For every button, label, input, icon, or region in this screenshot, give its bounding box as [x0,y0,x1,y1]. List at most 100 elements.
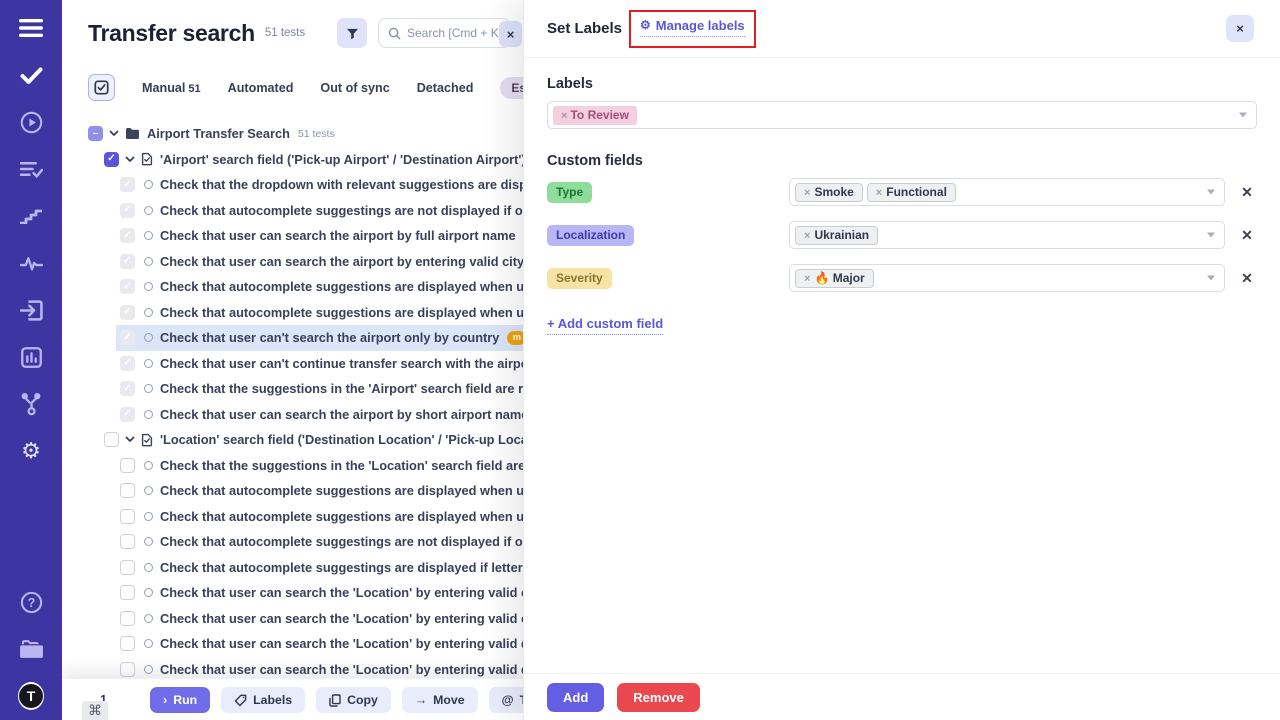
row-checkbox[interactable]: – [88,126,103,141]
test-case-row[interactable]: ✓Check that autocomplete suggestings are… [62,198,523,224]
row-checkbox[interactable]: ✓ [120,381,135,396]
labels-select[interactable]: To Review [547,101,1257,129]
test-case-row[interactable]: ✓Check that user can't search the airpor… [62,325,523,351]
projects-icon[interactable] [18,637,44,661]
row-checkbox[interactable]: ✓ [120,279,135,294]
page-title: Transfer search [88,20,255,47]
close-panel-button[interactable]: × [1226,15,1254,42]
field-value-select[interactable]: ×Smoke×Functional [789,178,1225,206]
row-checkbox[interactable]: ✓ [104,152,119,167]
status-circle-icon [144,282,153,291]
set-labels-panel: Set Labels ⚙ Manage labels × Labels To R… [523,0,1280,720]
add-button[interactable]: Add [547,683,604,712]
test-case-row[interactable]: ✓ Check that user can search the airport … [62,402,523,428]
remove-field-button[interactable]: ✕ [1238,227,1256,244]
test-case-row[interactable]: ✓Check that user can search the airport … [62,249,523,275]
remove-field-button[interactable]: ✕ [1238,184,1256,201]
row-checkbox[interactable]: ✓ [120,254,135,269]
row-checkbox[interactable] [120,662,135,677]
row-checkbox[interactable] [120,458,135,473]
add-custom-field-link[interactable]: + Add custom field [547,316,663,335]
test-case-row[interactable]: ✓Check that autocomplete suggestions are… [62,300,523,326]
reports-icon[interactable] [18,345,44,369]
tab-out-of-sync[interactable]: Out of sync [320,81,389,95]
test-case-row[interactable]: Check that autocomplete suggestions are … [62,478,523,504]
test-case-row[interactable]: Check that user can search the 'Location… [62,606,523,632]
row-checkbox[interactable]: ✓ [120,407,135,422]
chevron-down-icon[interactable] [109,130,119,137]
tab-estimate[interactable]: Estimate [500,77,523,99]
chevron-down-icon[interactable] [125,436,135,443]
test-case-row[interactable]: Check that autocomplete suggestions are … [62,504,523,530]
field-value-tag[interactable]: ×Functional [867,183,956,202]
test-case-row[interactable]: Check that autocomplete suggestings are … [62,555,523,581]
shared-steps-icon[interactable] [18,204,44,228]
remove-button[interactable]: Remove [617,683,700,712]
test-case-row[interactable]: ✓Check that user can't continue transfer… [62,351,523,377]
test-case-row[interactable]: Check that autocomplete suggestings are … [62,529,523,555]
test-plans-icon[interactable] [18,157,44,181]
row-title: Check that user can search the airport b… [160,407,523,422]
test-case-row[interactable]: Check that user can search the 'Location… [62,580,523,606]
row-checkbox[interactable]: ✓ [120,356,135,371]
row-checkbox[interactable]: ✓ [120,203,135,218]
tab-automated[interactable]: Automated [228,81,294,95]
row-checkbox[interactable] [120,509,135,524]
field-value-select[interactable]: ×Ukrainian [789,221,1225,249]
row-title: Check that user can search the 'Location… [160,585,523,600]
field-value-tag[interactable]: ×Smoke [795,183,863,202]
row-checkbox[interactable] [120,636,135,651]
labels-button[interactable]: Labels [221,687,305,713]
tags-button[interactable]: @Tags [489,687,523,713]
field-value-select[interactable]: ×🔥 Major [789,264,1225,292]
manage-labels-link[interactable]: ⚙ Manage labels [640,18,745,37]
tests-icon[interactable] [18,63,44,87]
user-avatar[interactable]: T [18,684,44,708]
test-case-row[interactable]: ✓Check that user can search the airport … [62,223,523,249]
search-input[interactable] [407,26,507,40]
suite-row[interactable]: 'Location' search field ('Destination Lo… [62,427,523,453]
field-value-tag[interactable]: ×Ukrainian [795,226,878,245]
test-case-row[interactable]: ✓Check that the suggestions in the 'Airp… [62,376,523,402]
tab-manual[interactable]: Manual51 [142,81,201,95]
chevron-down-icon[interactable] [125,156,135,163]
integrations-icon[interactable] [18,392,44,416]
import-icon[interactable] [18,298,44,322]
suite-row[interactable]: ✓'Airport' search field ('Pick-up Airpor… [62,147,523,173]
row-checkbox[interactable] [120,560,135,575]
search-box[interactable] [378,18,511,48]
row-checkbox[interactable] [120,483,135,498]
test-case-row[interactable]: Check that the suggestions in the 'Locat… [62,453,523,479]
row-checkbox[interactable]: ✓ [120,330,135,345]
test-case-row[interactable]: ✓Check that the dropdown with relevant s… [62,172,523,198]
copy-button[interactable]: Copy [316,687,391,713]
move-button[interactable]: →Move [402,687,478,713]
field-value-tag[interactable]: ×🔥 Major [795,269,874,288]
row-checkbox[interactable]: ✓ [120,305,135,320]
status-circle-icon [144,333,153,342]
row-checkbox[interactable]: ✓ [120,177,135,192]
row-checkbox[interactable] [120,534,135,549]
panel-footer: Add Remove [524,673,1280,720]
run-button[interactable]: ›Run [150,687,210,713]
row-checkbox[interactable] [104,432,119,447]
milestone-badge: m [507,331,523,345]
test-case-row[interactable]: ✓Check that autocomplete suggestions are… [62,274,523,300]
filter-button[interactable] [337,18,367,48]
row-checkbox[interactable] [120,585,135,600]
select-all-checkbox[interactable] [88,74,115,101]
row-checkbox[interactable]: ✓ [120,228,135,243]
test-case-row[interactable]: Check that user can search the 'Location… [62,631,523,657]
remove-field-button[interactable]: ✕ [1238,270,1256,287]
folder-row[interactable]: –Airport Transfer Search51 tests [62,121,523,147]
test-runs-icon[interactable] [18,110,44,134]
help-icon[interactable]: ? [18,590,44,614]
activity-icon[interactable] [18,251,44,275]
settings-icon[interactable]: ⚙ [18,439,44,463]
row-checkbox[interactable] [120,611,135,626]
label-tag[interactable]: To Review [553,106,637,125]
clear-search-button[interactable]: × [499,21,522,47]
menu-icon[interactable] [18,16,44,40]
tab-detached[interactable]: Detached [417,81,474,95]
status-circle-icon [144,359,153,368]
